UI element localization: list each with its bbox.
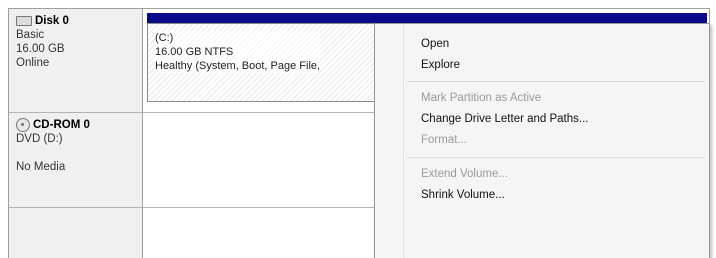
cdrom-0-title: CD-ROM 0 bbox=[16, 118, 142, 132]
empty-row-label bbox=[9, 208, 143, 258]
disk-0-status: Online bbox=[16, 57, 50, 69]
menu-item-change-drive-letter[interactable]: Change Drive Letter and Paths... bbox=[421, 110, 701, 128]
disk-0-name: Disk 0 bbox=[35, 15, 69, 27]
disk-0-title: Disk 0 bbox=[16, 14, 142, 28]
menu-separator bbox=[407, 157, 705, 158]
menu-item-format[interactable]: Format... bbox=[421, 131, 701, 149]
context-menu: Open Explore Mark Partition as Active Ch… bbox=[374, 23, 710, 258]
cdrom-0-name: CD-ROM 0 bbox=[33, 119, 90, 131]
menu-item-shrink-volume[interactable]: Shrink Volume... bbox=[421, 186, 701, 204]
hard-disk-icon bbox=[16, 16, 32, 26]
partition-c-info: (C:) 16.00 GB NTFS Healthy (System, Boot… bbox=[155, 31, 321, 73]
partition-letter: (C:) bbox=[155, 32, 174, 44]
disk-0-size: 16.00 GB bbox=[16, 43, 65, 55]
cdrom-0-label[interactable]: CD-ROM 0 DVD (D:) No Media bbox=[9, 113, 143, 207]
partition-size-fs: 16.00 GB NTFS bbox=[155, 46, 234, 58]
cdrom-0-drive: DVD (D:) bbox=[16, 133, 63, 145]
menu-item-extend-volume[interactable]: Extend Volume... bbox=[421, 165, 701, 183]
menu-item-open[interactable]: Open bbox=[421, 35, 701, 53]
partition-header-bar bbox=[147, 13, 707, 23]
menu-gutter bbox=[403, 24, 404, 258]
menu-item-mark-active[interactable]: Mark Partition as Active bbox=[421, 89, 701, 107]
disk-0-label[interactable]: Disk 0 Basic 16.00 GB Online bbox=[9, 9, 143, 112]
cd-rom-icon bbox=[16, 118, 30, 132]
cdrom-0-media: No Media bbox=[16, 161, 66, 173]
menu-item-explore[interactable]: Explore bbox=[421, 56, 701, 74]
partition-status: Healthy (System, Boot, Page File, bbox=[155, 60, 321, 72]
disk-0-type: Basic bbox=[16, 29, 45, 41]
menu-separator bbox=[407, 81, 705, 82]
